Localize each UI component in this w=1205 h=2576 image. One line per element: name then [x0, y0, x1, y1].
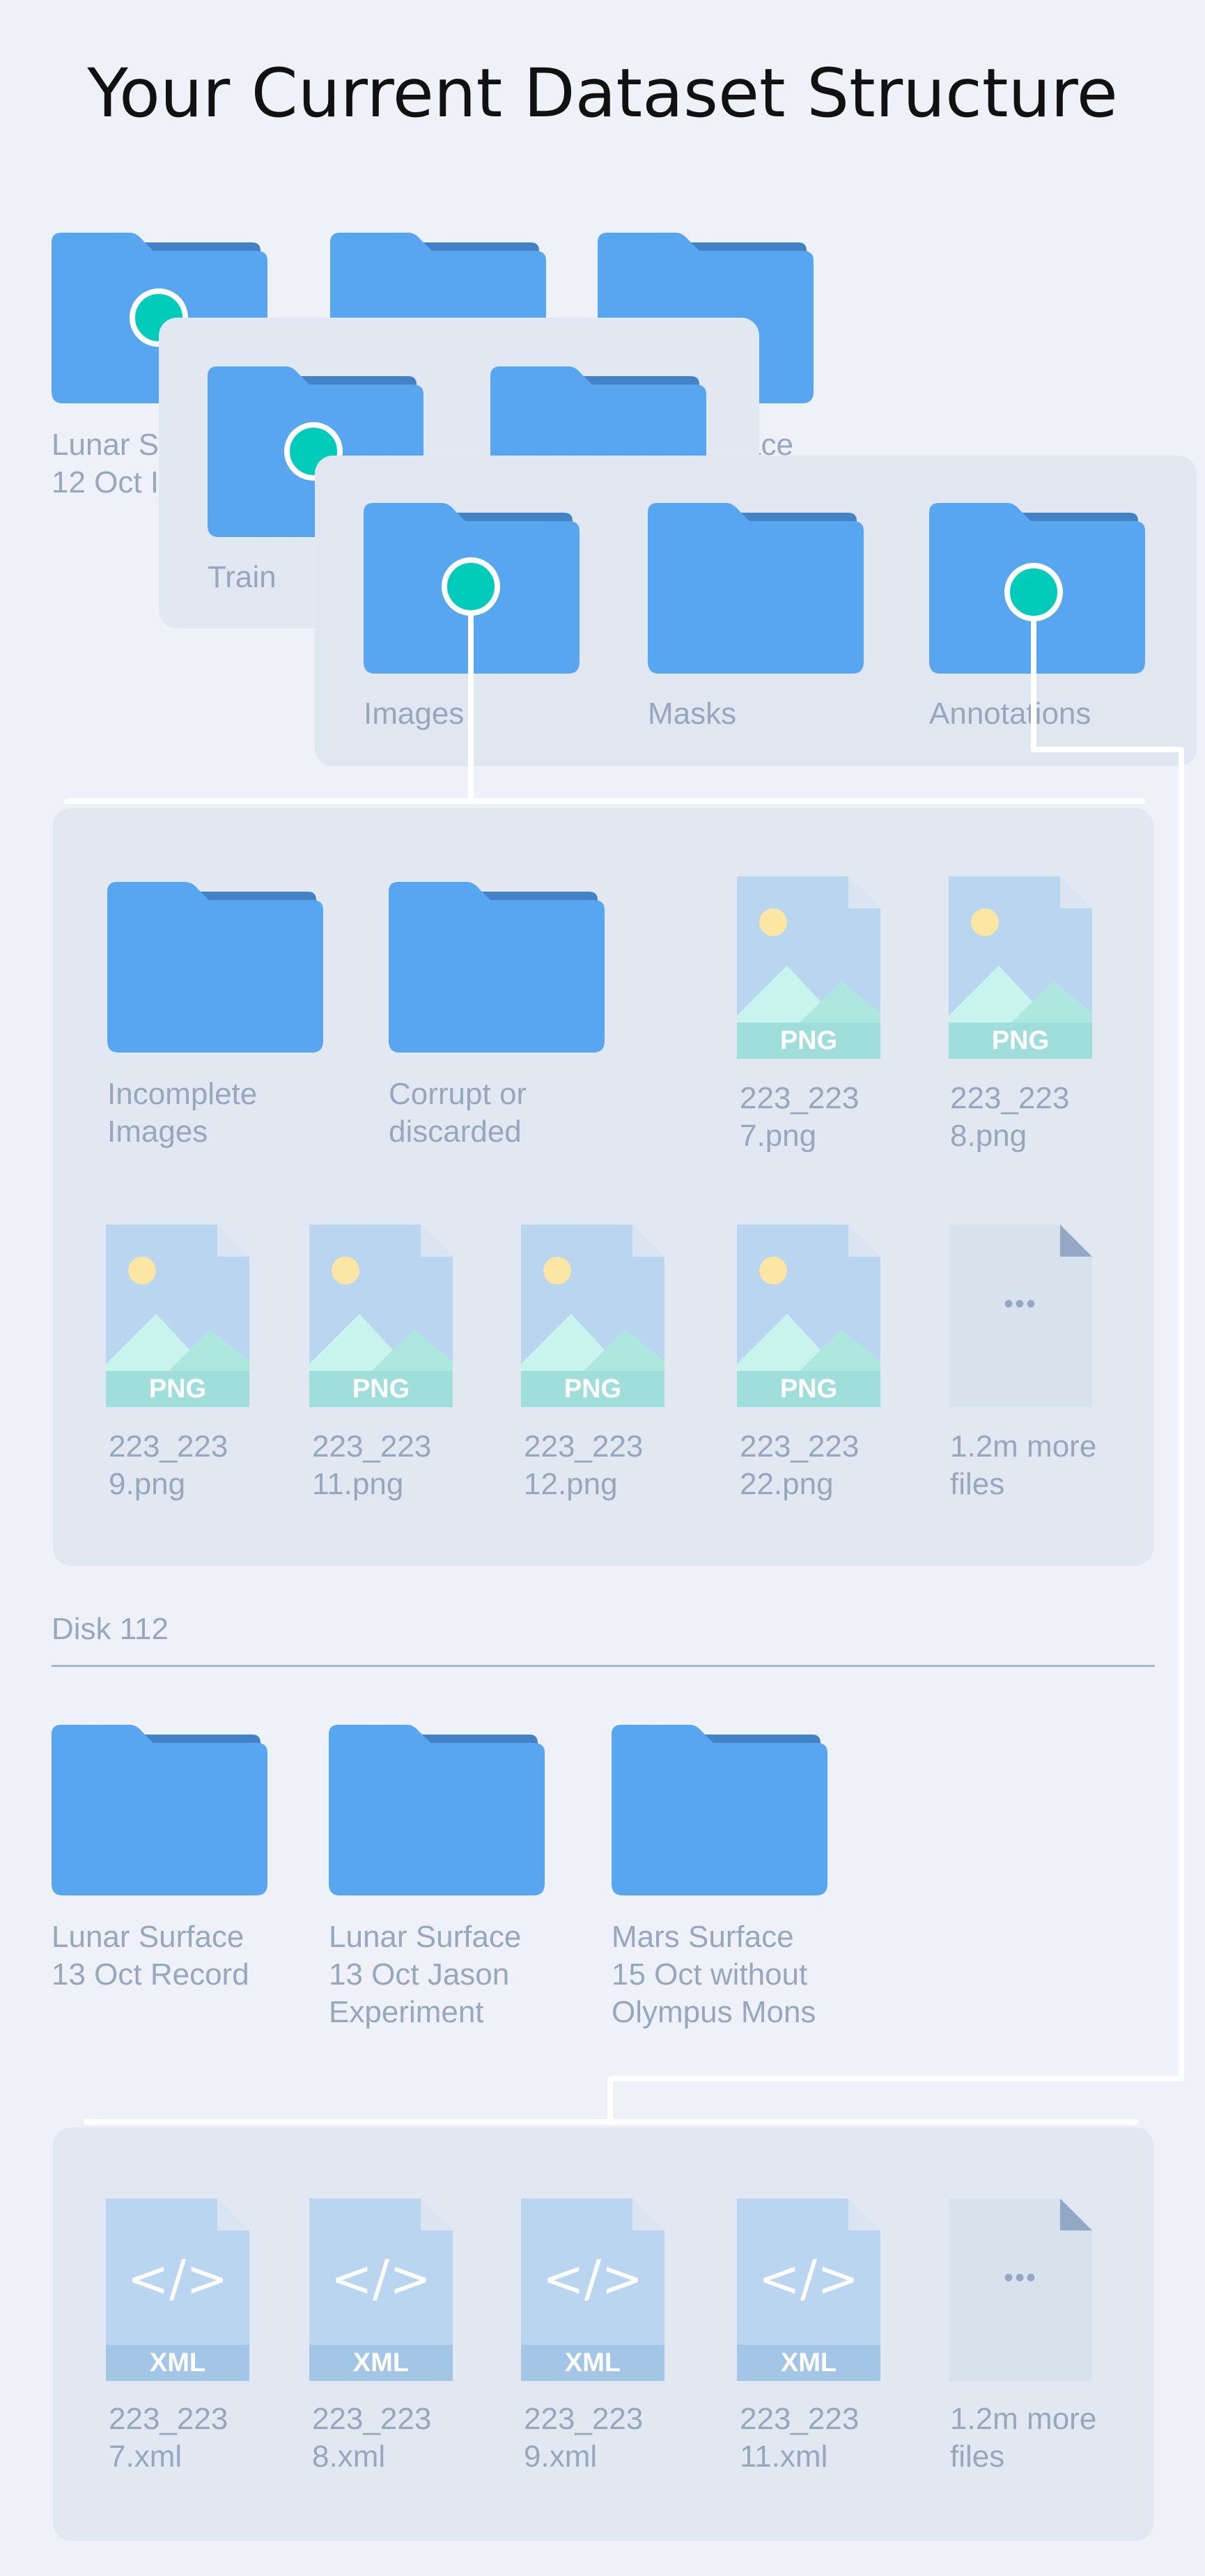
disk-folder-2-label: Lunar Surface 13 Oct Jason Experiment	[329, 1920, 522, 2029]
file-label: 223_223 9.xml	[524, 2402, 644, 2474]
page-title: Your Current Dataset Structure	[87, 54, 1118, 132]
file-type-badge: XML	[564, 2348, 621, 2377]
level3-folder-masks[interactable]	[648, 503, 864, 674]
folder-corrupt-discarded-label: Corrupt or discarded	[389, 1077, 527, 1149]
png-file[interactable]: PNG	[949, 876, 1092, 1059]
disk-folder-2[interactable]	[329, 1725, 545, 1895]
folder-incomplete-images[interactable]	[107, 882, 323, 1053]
code-icon: </>	[758, 2249, 860, 2308]
selected-dot-annotations	[1004, 563, 1063, 621]
xml-file[interactable]: </> XML	[309, 2198, 453, 2381]
folder-icon	[612, 1725, 827, 1895]
file-type-badge: XML	[780, 2348, 837, 2377]
file-type-badge: PNG	[779, 1026, 838, 1055]
file-type-badge: PNG	[991, 1026, 1050, 1055]
png-file[interactable]: PNG	[309, 1225, 453, 1407]
level3-folder-images-label: Images	[364, 697, 465, 731]
folder-icon	[648, 503, 864, 674]
xml-file[interactable]: </> XML	[521, 2198, 664, 2381]
disk-folder-3-label: Mars Surface 15 Oct without Olympus Mons	[612, 1920, 816, 2029]
file-label: 223_223 12.png	[524, 1429, 644, 1501]
xml-file[interactable]: </> XML	[106, 2198, 249, 2381]
png-file[interactable]: PNG	[737, 1225, 880, 1407]
file-label: 223_223 8.xml	[312, 2402, 432, 2474]
disk-folder-3[interactable]	[612, 1725, 827, 1895]
more-files-label: 1.2m more files	[950, 2402, 1097, 2474]
folder-icon	[107, 882, 323, 1053]
level3-folder-annotations-label: Annotations	[929, 697, 1091, 731]
level1-folder-1-label: Lunar S 12 Oct I	[52, 428, 160, 499]
level3-folder-masks-label: Masks	[648, 697, 737, 731]
disk-folder-1[interactable]	[52, 1725, 267, 1895]
disk-folder-1-label: Lunar Surface 13 Oct Record	[52, 1920, 249, 1992]
code-icon: </>	[330, 2249, 432, 2308]
file-type-badge: PNG	[148, 1374, 207, 1404]
file-label: 223_223 11.xml	[740, 2402, 860, 2474]
disk-label: Disk 112	[52, 1612, 169, 1646]
file-type-badge: PNG	[779, 1374, 838, 1404]
xml-file[interactable]: </> XML	[737, 2198, 880, 2381]
file-label: 223_223 22.png	[740, 1429, 860, 1501]
file-type-badge: PNG	[352, 1374, 410, 1404]
more-files[interactable]: •••	[949, 1225, 1092, 1407]
file-type-badge: XML	[352, 2348, 410, 2377]
folder-incomplete-images-label: Incomplete Images	[107, 1077, 258, 1149]
file-label: 223_223 9.png	[109, 1429, 228, 1501]
level2-folder-train-label: Train	[208, 560, 277, 594]
more-files[interactable]: •••	[949, 2198, 1092, 2381]
file-label: 223_223 7.png	[740, 1081, 860, 1153]
file-type-badge: XML	[149, 2348, 206, 2377]
folder-corrupt-discarded[interactable]	[389, 882, 605, 1053]
png-file[interactable]: PNG	[737, 876, 880, 1059]
folder-icon	[52, 1725, 267, 1895]
ellipsis-icon: •••	[1003, 1289, 1037, 1319]
code-icon: </>	[542, 2249, 644, 2308]
folder-icon	[329, 1725, 545, 1895]
code-icon: </>	[127, 2249, 228, 2308]
png-file[interactable]: PNG	[106, 1225, 249, 1407]
png-file[interactable]: PNG	[521, 1225, 664, 1407]
file-label: 223_223 8.png	[950, 1081, 1070, 1153]
divider	[52, 1665, 1155, 1667]
file-type-badge: PNG	[563, 1374, 622, 1404]
folder-icon	[389, 882, 605, 1053]
file-label: 223_223 11.png	[312, 1429, 432, 1501]
more-files-label: 1.2m more files	[950, 1429, 1097, 1501]
selected-dot-images	[442, 557, 500, 616]
ellipsis-icon: •••	[1003, 2263, 1037, 2293]
file-label: 223_223 7.xml	[109, 2402, 228, 2474]
